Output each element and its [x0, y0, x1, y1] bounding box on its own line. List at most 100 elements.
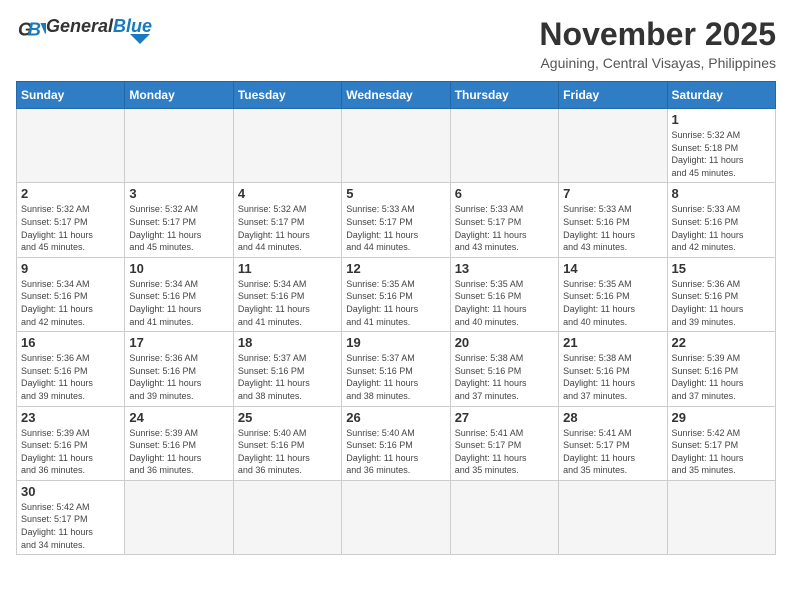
- day-info: Sunrise: 5:38 AM Sunset: 5:16 PM Dayligh…: [455, 352, 554, 402]
- day-number: 12: [346, 261, 445, 276]
- day-number: 14: [563, 261, 662, 276]
- column-header-saturday: Saturday: [667, 82, 775, 109]
- day-info: Sunrise: 5:40 AM Sunset: 5:16 PM Dayligh…: [346, 427, 445, 477]
- day-info: Sunrise: 5:39 AM Sunset: 5:16 PM Dayligh…: [21, 427, 120, 477]
- day-number: 26: [346, 410, 445, 425]
- day-info: Sunrise: 5:36 AM Sunset: 5:16 PM Dayligh…: [672, 278, 771, 328]
- calendar-week-row: 16 Sunrise: 5:36 AM Sunset: 5:16 PM Dayli…: [17, 332, 776, 406]
- logo: G B General Blue: [16, 16, 152, 44]
- day-number: 27: [455, 410, 554, 425]
- logo-icon: G B: [18, 16, 46, 44]
- calendar-cell: 1 Sunrise: 5:32 AM Sunset: 5:18 PM Daylig…: [667, 109, 775, 183]
- calendar-cell: 6Sunrise: 5:33 AM Sunset: 5:17 PM Daylig…: [450, 183, 558, 257]
- calendar-cell: 28Sunrise: 5:41 AM Sunset: 5:17 PM Dayli…: [559, 406, 667, 480]
- column-header-sunday: Sunday: [17, 82, 125, 109]
- day-info: Sunrise: 5:39 AM Sunset: 5:16 PM Dayligh…: [672, 352, 771, 402]
- calendar-cell: 21 Sunrise: 5:38 AM Sunset: 5:16 PM Dayli…: [559, 332, 667, 406]
- day-info: Sunrise: 5:37 AM Sunset: 5:16 PM Dayligh…: [238, 352, 337, 402]
- day-info: Sunrise: 5:32 AM Sunset: 5:17 PM Dayligh…: [129, 203, 228, 253]
- day-info: Sunrise: 5:42 AM Sunset: 5:17 PM Dayligh…: [672, 427, 771, 477]
- calendar-cell: 14 Sunrise: 5:35 AM Sunset: 5:16 PM Dayli…: [559, 257, 667, 331]
- day-number: 10: [129, 261, 228, 276]
- day-number: 19: [346, 335, 445, 350]
- day-number: 15: [672, 261, 771, 276]
- calendar-cell: 22 Sunrise: 5:39 AM Sunset: 5:16 PM Dayli…: [667, 332, 775, 406]
- day-number: 8: [672, 186, 771, 201]
- calendar-cell: 24 Sunrise: 5:39 AM Sunset: 5:16 PM Dayli…: [125, 406, 233, 480]
- calendar-cell: 27 Sunrise: 5:41 AM Sunset: 5:17 PM Dayli…: [450, 406, 558, 480]
- day-info: Sunrise: 5:40 AM Sunset: 5:16 PM Dayligh…: [238, 427, 337, 477]
- calendar-cell: [233, 109, 341, 183]
- calendar-cell: [450, 480, 558, 554]
- column-header-wednesday: Wednesday: [342, 82, 450, 109]
- day-info: Sunrise: 5:35 AM Sunset: 5:16 PM Dayligh…: [563, 278, 662, 328]
- calendar-cell: [450, 109, 558, 183]
- column-header-tuesday: Tuesday: [233, 82, 341, 109]
- day-number: 1: [672, 112, 771, 127]
- day-info: Sunrise: 5:38 AM Sunset: 5:16 PM Dayligh…: [563, 352, 662, 402]
- day-number: 2: [21, 186, 120, 201]
- calendar-week-row: 23 Sunrise: 5:39 AM Sunset: 5:16 PM Dayli…: [17, 406, 776, 480]
- day-info: Sunrise: 5:33 AM Sunset: 5:17 PM Dayligh…: [455, 203, 554, 253]
- calendar-cell: [342, 109, 450, 183]
- day-number: 7: [563, 186, 662, 201]
- day-info: Sunrise: 5:36 AM Sunset: 5:16 PM Dayligh…: [129, 352, 228, 402]
- day-info: Sunrise: 5:36 AM Sunset: 5:16 PM Dayligh…: [21, 352, 120, 402]
- column-header-monday: Monday: [125, 82, 233, 109]
- calendar-cell: [17, 109, 125, 183]
- calendar-cell: 29 Sunrise: 5:42 AM Sunset: 5:17 PM Dayli…: [667, 406, 775, 480]
- day-info: Sunrise: 5:35 AM Sunset: 5:16 PM Dayligh…: [346, 278, 445, 328]
- day-number: 21: [563, 335, 662, 350]
- day-info: Sunrise: 5:42 AM Sunset: 5:17 PM Dayligh…: [21, 501, 120, 551]
- calendar-cell: [667, 480, 775, 554]
- svg-text:B: B: [28, 20, 41, 40]
- day-number: 20: [455, 335, 554, 350]
- day-info: Sunrise: 5:37 AM Sunset: 5:16 PM Dayligh…: [346, 352, 445, 402]
- day-number: 18: [238, 335, 337, 350]
- day-number: 16: [21, 335, 120, 350]
- day-info: Sunrise: 5:34 AM Sunset: 5:16 PM Dayligh…: [238, 278, 337, 328]
- day-number: 3: [129, 186, 228, 201]
- calendar-week-row: 30 Sunrise: 5:42 AM Sunset: 5:17 PM Dayli…: [17, 480, 776, 554]
- calendar-cell: [125, 480, 233, 554]
- day-info: Sunrise: 5:41 AM Sunset: 5:17 PM Dayligh…: [455, 427, 554, 477]
- calendar-cell: [125, 109, 233, 183]
- calendar-table: SundayMondayTuesdayWednesdayThursdayFrid…: [16, 81, 776, 555]
- calendar-cell: [559, 480, 667, 554]
- day-number: 29: [672, 410, 771, 425]
- calendar-cell: 26 Sunrise: 5:40 AM Sunset: 5:16 PM Dayli…: [342, 406, 450, 480]
- calendar-cell: 2 Sunrise: 5:32 AM Sunset: 5:17 PM Daylig…: [17, 183, 125, 257]
- calendar-cell: 10Sunrise: 5:34 AM Sunset: 5:16 PM Dayli…: [125, 257, 233, 331]
- day-info: Sunrise: 5:32 AM Sunset: 5:18 PM Dayligh…: [672, 129, 771, 179]
- day-info: Sunrise: 5:39 AM Sunset: 5:16 PM Dayligh…: [129, 427, 228, 477]
- column-header-thursday: Thursday: [450, 82, 558, 109]
- calendar-cell: [233, 480, 341, 554]
- calendar-cell: 13Sunrise: 5:35 AM Sunset: 5:16 PM Dayli…: [450, 257, 558, 331]
- day-info: Sunrise: 5:35 AM Sunset: 5:16 PM Dayligh…: [455, 278, 554, 328]
- calendar-cell: 11 Sunrise: 5:34 AM Sunset: 5:16 PM Dayli…: [233, 257, 341, 331]
- day-info: Sunrise: 5:33 AM Sunset: 5:17 PM Dayligh…: [346, 203, 445, 253]
- day-number: 23: [21, 410, 120, 425]
- day-number: 11: [238, 261, 337, 276]
- day-info: Sunrise: 5:33 AM Sunset: 5:16 PM Dayligh…: [563, 203, 662, 253]
- day-info: Sunrise: 5:32 AM Sunset: 5:17 PM Dayligh…: [21, 203, 120, 253]
- day-info: Sunrise: 5:34 AM Sunset: 5:16 PM Dayligh…: [21, 278, 120, 328]
- calendar-header-row: SundayMondayTuesdayWednesdayThursdayFrid…: [17, 82, 776, 109]
- calendar-cell: 4Sunrise: 5:32 AM Sunset: 5:17 PM Daylig…: [233, 183, 341, 257]
- day-number: 5: [346, 186, 445, 201]
- calendar-cell: 16 Sunrise: 5:36 AM Sunset: 5:16 PM Dayli…: [17, 332, 125, 406]
- day-number: 24: [129, 410, 228, 425]
- location-subtitle: Aguining, Central Visayas, Philippines: [539, 55, 776, 71]
- calendar-cell: 15 Sunrise: 5:36 AM Sunset: 5:16 PM Dayli…: [667, 257, 775, 331]
- calendar-cell: 23 Sunrise: 5:39 AM Sunset: 5:16 PM Dayli…: [17, 406, 125, 480]
- day-number: 17: [129, 335, 228, 350]
- day-number: 25: [238, 410, 337, 425]
- calendar-cell: 8Sunrise: 5:33 AM Sunset: 5:16 PM Daylig…: [667, 183, 775, 257]
- column-header-friday: Friday: [559, 82, 667, 109]
- logo-general-text: General: [46, 16, 113, 37]
- calendar-cell: 12 Sunrise: 5:35 AM Sunset: 5:16 PM Dayli…: [342, 257, 450, 331]
- day-number: 22: [672, 335, 771, 350]
- day-number: 4: [238, 186, 337, 201]
- day-number: 30: [21, 484, 120, 499]
- day-number: 28: [563, 410, 662, 425]
